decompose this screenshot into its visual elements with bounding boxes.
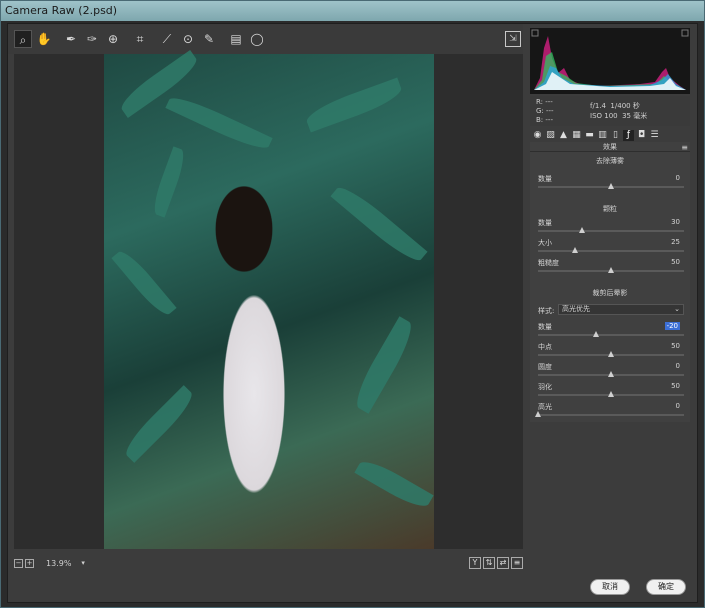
crop-tool-icon[interactable]: ⌗ [131,30,149,48]
vignette-amount-knob[interactable] [593,331,600,337]
chevron-down-icon: ⌄ [674,305,680,313]
effects-tab-icon[interactable]: ƒ [623,129,634,141]
adjustment-brush-icon[interactable]: ✎ [200,30,218,48]
image-canvas[interactable] [14,49,523,549]
straighten-tool-icon[interactable]: ⟋ [158,30,176,48]
photo-preview [104,49,434,549]
color-sampler-tool-icon[interactable]: ✑ [83,30,101,48]
effects-panel: 效果 ≡ 去除薄雾 数量 0 颗粒 数量 30 大小 25 粗糙度 50 裁剪后… [530,142,690,422]
grain-size-knob[interactable] [571,247,578,253]
hand-tool-icon[interactable]: ✋ [35,30,53,48]
grain-section-title: 颗粒 [603,205,617,213]
vignette-style-select[interactable]: 高光优先 ⌄ [558,304,684,315]
swap-settings-button[interactable]: ⇅ [483,557,495,569]
panel-title: 效果 [530,142,690,152]
client-area: ⌕ ✋ ✒ ✑ ⊕ ⌗ ⟋ ⊙ ✎ ▤ ◯ ⇲ − + 13.9% ▾ Y ⇅ … [7,23,698,603]
zoom-level[interactable]: 13.9% [46,559,71,568]
vignette-roundness-knob[interactable] [608,371,614,377]
camera-calibration-tab-icon[interactable]: ◘ [636,130,647,141]
cancel-button[interactable]: 取消 [590,579,630,595]
vignette-style-row: 样式: 高光优先 ⌄ [538,304,684,316]
vignette-midpoint-knob[interactable] [608,351,614,357]
view-buttons: Y ⇅ ⇄ ≡ [467,557,523,569]
rgb-readout: R: --- G: --- B: --- [536,98,554,124]
detail-tab-icon[interactable]: ▲ [558,130,569,141]
hsl-tab-icon[interactable]: ▦ [571,130,582,141]
copy-settings-button[interactable]: ⇄ [497,557,509,569]
exif-info: R: --- G: --- B: --- f/1.4 1/400 秒 ISO 1… [530,96,690,126]
vignette-feather-knob[interactable] [608,391,614,397]
toolbar: ⌕ ✋ ✒ ✑ ⊕ ⌗ ⟋ ⊙ ✎ ▤ ◯ ⇲ [8,24,523,54]
presets-tab-icon[interactable]: ☰ [649,130,660,141]
dehaze-amount-knob[interactable] [608,183,614,189]
grain-roughness-knob[interactable] [608,267,614,273]
radial-filter-icon[interactable]: ◯ [248,30,266,48]
histogram-graph [531,29,689,90]
red-eye-tool-icon[interactable]: ⊙ [179,30,197,48]
targeted-adjustment-tool-icon[interactable]: ⊕ [104,30,122,48]
camera-info: f/1.4 1/400 秒 ISO 100 35 毫米 [590,102,648,120]
vignette-amount-slider[interactable]: 数量 -20 [538,322,684,342]
dehaze-amount-slider[interactable]: 数量 0 [538,174,684,194]
vignette-midpoint-slider[interactable]: 中点 50 [538,342,684,362]
vignette-section-title: 裁剪后晕影 [592,289,628,297]
white-balance-tool-icon[interactable]: ✒ [62,30,80,48]
panel-tabs: ◉ ▨ ▲ ▦ ▬ ▥ ▯ ƒ ◘ ☰ [530,128,690,142]
vignette-highlights-slider[interactable]: 高光 0 [535,402,684,422]
preview-preferences-button[interactable]: ≡ [511,557,523,569]
panel-menu-icon[interactable]: ≡ [681,143,688,152]
vignette-roundness-slider[interactable]: 圆度 0 [538,362,684,382]
zoom-tool-icon[interactable]: ⌕ [14,30,32,48]
camera-raw-window: Camera Raw (2.psd) ⌕ ✋ ✒ ✑ ⊕ ⌗ ⟋ ⊙ ✎ ▤ ◯… [0,0,705,608]
grain-roughness-slider[interactable]: 粗糙度 50 [538,258,684,278]
window-title: Camera Raw (2.psd) [1,1,704,21]
grain-amount-knob[interactable] [578,227,585,233]
zoom-dropdown-icon[interactable]: ▾ [81,559,85,567]
vignette-highlights-knob[interactable] [535,411,541,417]
tone-curve-tab-icon[interactable]: ▨ [545,130,556,141]
dehaze-section-title: 去除薄雾 [596,157,624,165]
basic-tab-icon[interactable]: ◉ [532,130,543,141]
zoom-in-button[interactable]: + [25,558,34,568]
zoom-out-button[interactable]: − [14,558,23,568]
graduated-filter-icon[interactable]: ▤ [227,30,245,48]
grain-size-slider[interactable]: 大小 25 [538,238,684,258]
lens-corrections-tab-icon[interactable]: ▥ [597,130,608,141]
open-preferences-icon[interactable]: ⇲ [505,31,521,47]
ok-button[interactable]: 确定 [646,579,686,595]
grain-amount-slider[interactable]: 数量 30 [538,218,684,238]
zoom-bar: − + 13.9% ▾ Y ⇅ ⇄ ≡ [14,554,523,572]
histogram [530,28,690,94]
transform-tab-icon[interactable]: ▯ [610,130,621,141]
before-after-y-button[interactable]: Y [469,557,481,569]
vignette-feather-slider[interactable]: 羽化 50 [538,382,684,402]
split-toning-tab-icon[interactable]: ▬ [584,130,595,141]
